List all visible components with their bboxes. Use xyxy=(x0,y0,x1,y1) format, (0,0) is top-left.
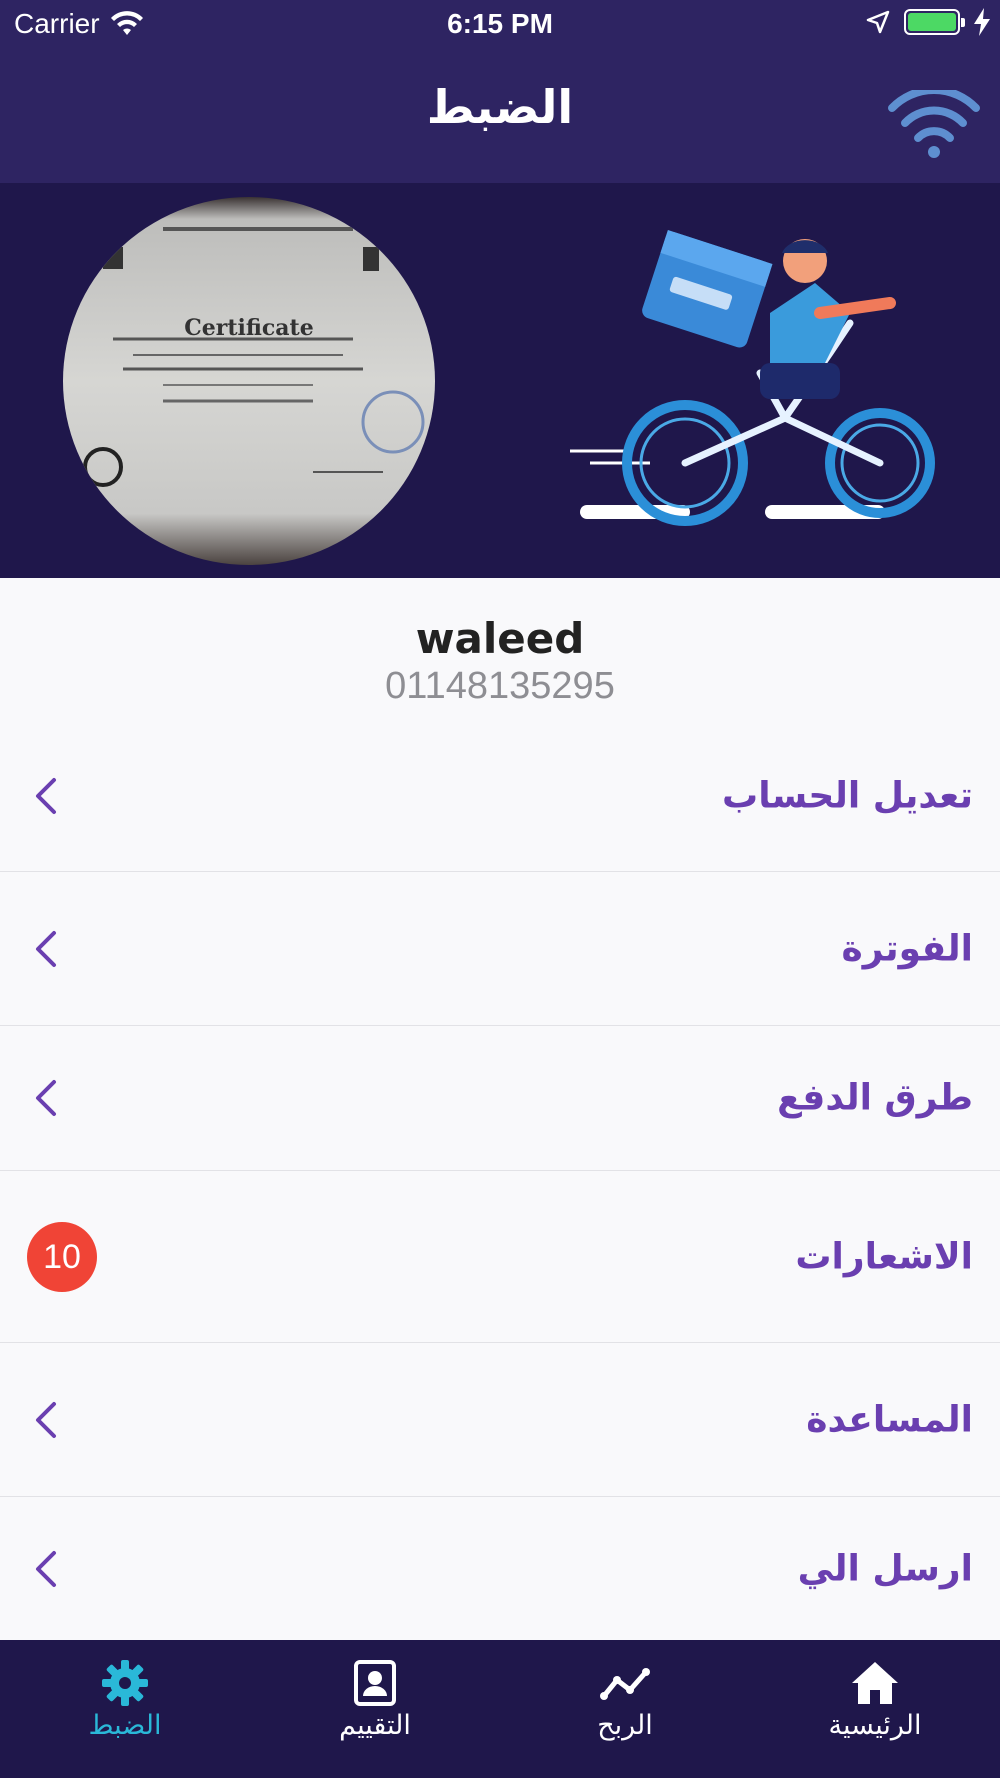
status-right xyxy=(866,8,990,36)
bottom-tab-bar: الضبط التقييم الربح الرئيسية xyxy=(0,1640,1000,1778)
delivery-rider-illustration xyxy=(570,229,935,526)
tab-earnings[interactable]: الربح xyxy=(500,1640,750,1778)
user-name: waleed xyxy=(415,614,585,663)
chevron-left-icon xyxy=(36,1080,56,1116)
menu-item-label: المساعدة xyxy=(806,1399,973,1440)
menu-item-label: الفوترة xyxy=(841,928,973,969)
menu-item-payment-methods[interactable]: طرق الدفع xyxy=(0,1026,1000,1171)
certificate-title: Certificate xyxy=(184,315,314,341)
profile-banner: Certificate xyxy=(0,183,1000,578)
chevron-left-icon xyxy=(36,930,56,967)
certificate-image xyxy=(83,227,425,487)
tab-label: الرئيسية xyxy=(828,1710,922,1741)
trend-line-icon xyxy=(600,1668,650,1700)
profile-info: waleed 01148135295 xyxy=(0,578,1000,720)
tab-home[interactable]: الرئيسية xyxy=(750,1640,1000,1778)
menu-item-label: ارسل الي xyxy=(797,1548,973,1589)
menu-item-label: طرق الدفع xyxy=(777,1077,973,1119)
tab-label: التقييم xyxy=(339,1710,411,1741)
tab-rating[interactable]: التقييم xyxy=(250,1640,500,1778)
location-arrow-icon xyxy=(866,10,890,34)
gear-icon xyxy=(102,1660,148,1706)
menu-item-label: الاشعارات xyxy=(795,1236,973,1277)
tab-label: الربح xyxy=(597,1710,653,1741)
status-time: 6:15 PM xyxy=(447,8,553,39)
page-title: الضبط xyxy=(426,80,574,134)
menu-item-billing[interactable]: الفوترة xyxy=(0,872,1000,1026)
wifi-icon[interactable] xyxy=(888,90,980,160)
chevron-left-icon xyxy=(36,777,56,814)
menu-item-send-to[interactable]: ارسل الي xyxy=(0,1497,1000,1640)
chevron-left-icon xyxy=(36,1550,56,1587)
status-bar: Carrier 6:15 PM xyxy=(0,0,1000,50)
menu-item-label: تعديل الحساب xyxy=(722,775,973,816)
contact-card-icon xyxy=(354,1660,396,1706)
charging-bolt-icon xyxy=(974,8,990,36)
menu-item-help[interactable]: المساعدة xyxy=(0,1343,1000,1497)
user-phone: 01148135295 xyxy=(385,665,615,707)
battery-icon xyxy=(904,9,965,35)
notification-count-badge: 10 xyxy=(27,1221,97,1292)
menu-item-notifications[interactable]: الاشعارات 10 xyxy=(0,1171,1000,1343)
tab-label: الضبط xyxy=(88,1710,162,1741)
tab-settings[interactable]: الضبط xyxy=(0,1640,250,1778)
chevron-left-icon xyxy=(36,1401,56,1438)
avatar[interactable]: Certificate xyxy=(63,197,435,565)
nav-header: الضبط xyxy=(0,50,1000,183)
menu-item-edit-account[interactable]: تعديل الحساب xyxy=(0,720,1000,872)
home-icon xyxy=(852,1662,898,1704)
